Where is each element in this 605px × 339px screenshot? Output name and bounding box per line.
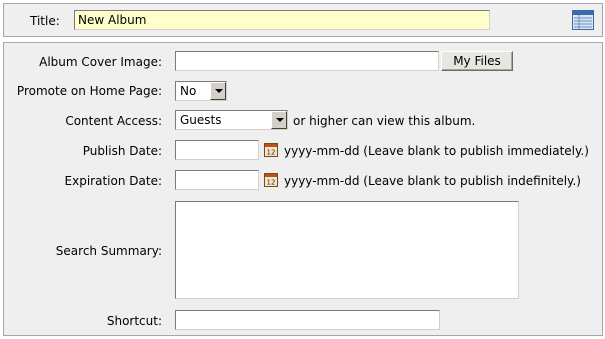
title-label: Title: bbox=[30, 14, 60, 28]
expiration-date-input[interactable] bbox=[175, 170, 259, 190]
svg-text:12: 12 bbox=[267, 149, 276, 157]
content-access-suffix: or higher can view this album. bbox=[293, 114, 476, 128]
publish-date-label: Publish Date: bbox=[82, 144, 162, 158]
expiration-date-label: Expiration Date: bbox=[64, 174, 162, 188]
album-cover-label: Album Cover Image: bbox=[39, 55, 162, 69]
expiration-date-hint: yyyy-mm-dd (Leave blank to publish indef… bbox=[284, 174, 581, 188]
title-input[interactable] bbox=[74, 10, 490, 30]
promote-select[interactable]: No bbox=[175, 81, 227, 101]
chevron-down-icon[interactable] bbox=[210, 82, 226, 100]
search-summary-textarea[interactable] bbox=[175, 201, 519, 299]
form-panel: Album Cover Image: My Files Promote on H… bbox=[3, 42, 603, 336]
publish-date-hint: yyyy-mm-dd (Leave blank to publish immed… bbox=[284, 144, 589, 158]
svg-text:12: 12 bbox=[267, 179, 276, 187]
album-cover-input[interactable] bbox=[175, 51, 439, 71]
table-layout-icon[interactable] bbox=[572, 10, 594, 30]
publish-date-input[interactable] bbox=[175, 140, 259, 160]
shortcut-label: Shortcut: bbox=[106, 314, 162, 328]
content-access-select[interactable]: Guests bbox=[175, 110, 288, 130]
title-panel: Title: bbox=[3, 3, 603, 37]
chevron-down-icon[interactable] bbox=[271, 111, 287, 129]
content-access-select-value: Guests bbox=[180, 113, 222, 127]
shortcut-input[interactable] bbox=[175, 310, 440, 330]
content-access-label: Content Access: bbox=[65, 114, 162, 128]
promote-select-value: No bbox=[180, 84, 197, 98]
promote-label: Promote on Home Page: bbox=[16, 84, 162, 98]
my-files-button[interactable]: My Files bbox=[441, 51, 513, 71]
calendar-icon[interactable]: 12 bbox=[264, 143, 278, 157]
search-summary-label: Search Summary: bbox=[55, 244, 162, 258]
calendar-icon[interactable]: 12 bbox=[264, 173, 278, 187]
